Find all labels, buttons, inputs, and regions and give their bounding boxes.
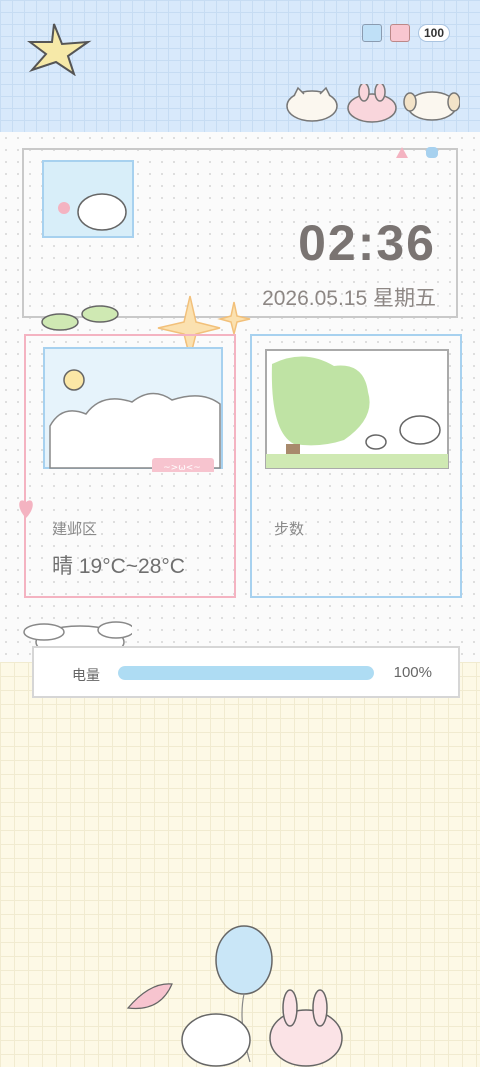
calendar-icon[interactable] (361, 24, 382, 42)
cat-photo-sticker (42, 160, 134, 238)
battery-progress-fill (118, 666, 374, 680)
heart-icon (19, 500, 33, 518)
weather-condition-temp: 晴 19°C~28°C (52, 555, 185, 578)
clock-date: 2026.05.15 星期五 (262, 287, 436, 310)
shape-decoration-icon (365, 146, 438, 159)
animal-heads-decoration (286, 84, 460, 123)
battery-widget[interactable]: 电量 100% (32, 646, 460, 698)
steps-label: 步数 (274, 521, 305, 538)
status-bar: 100 (361, 24, 450, 42)
battery-value: 100% (393, 664, 432, 681)
weather-district: 建邺区 (52, 521, 98, 538)
sprout-decoration-icon (41, 305, 119, 331)
star-decoration-icon (27, 23, 92, 76)
weather-tag: ~>ω<~ (163, 463, 201, 472)
weather-illustration: ~>ω<~ (43, 347, 223, 472)
clock-time: 02:36 (298, 215, 436, 271)
steps-illustration (265, 349, 449, 469)
battery-progress-track (118, 666, 374, 680)
battery-label: 电量 (72, 667, 100, 683)
balloon-animals-illustration (126, 925, 343, 1067)
battery-icon: 100 (417, 24, 450, 42)
calendar-heart-icon[interactable] (389, 24, 410, 42)
